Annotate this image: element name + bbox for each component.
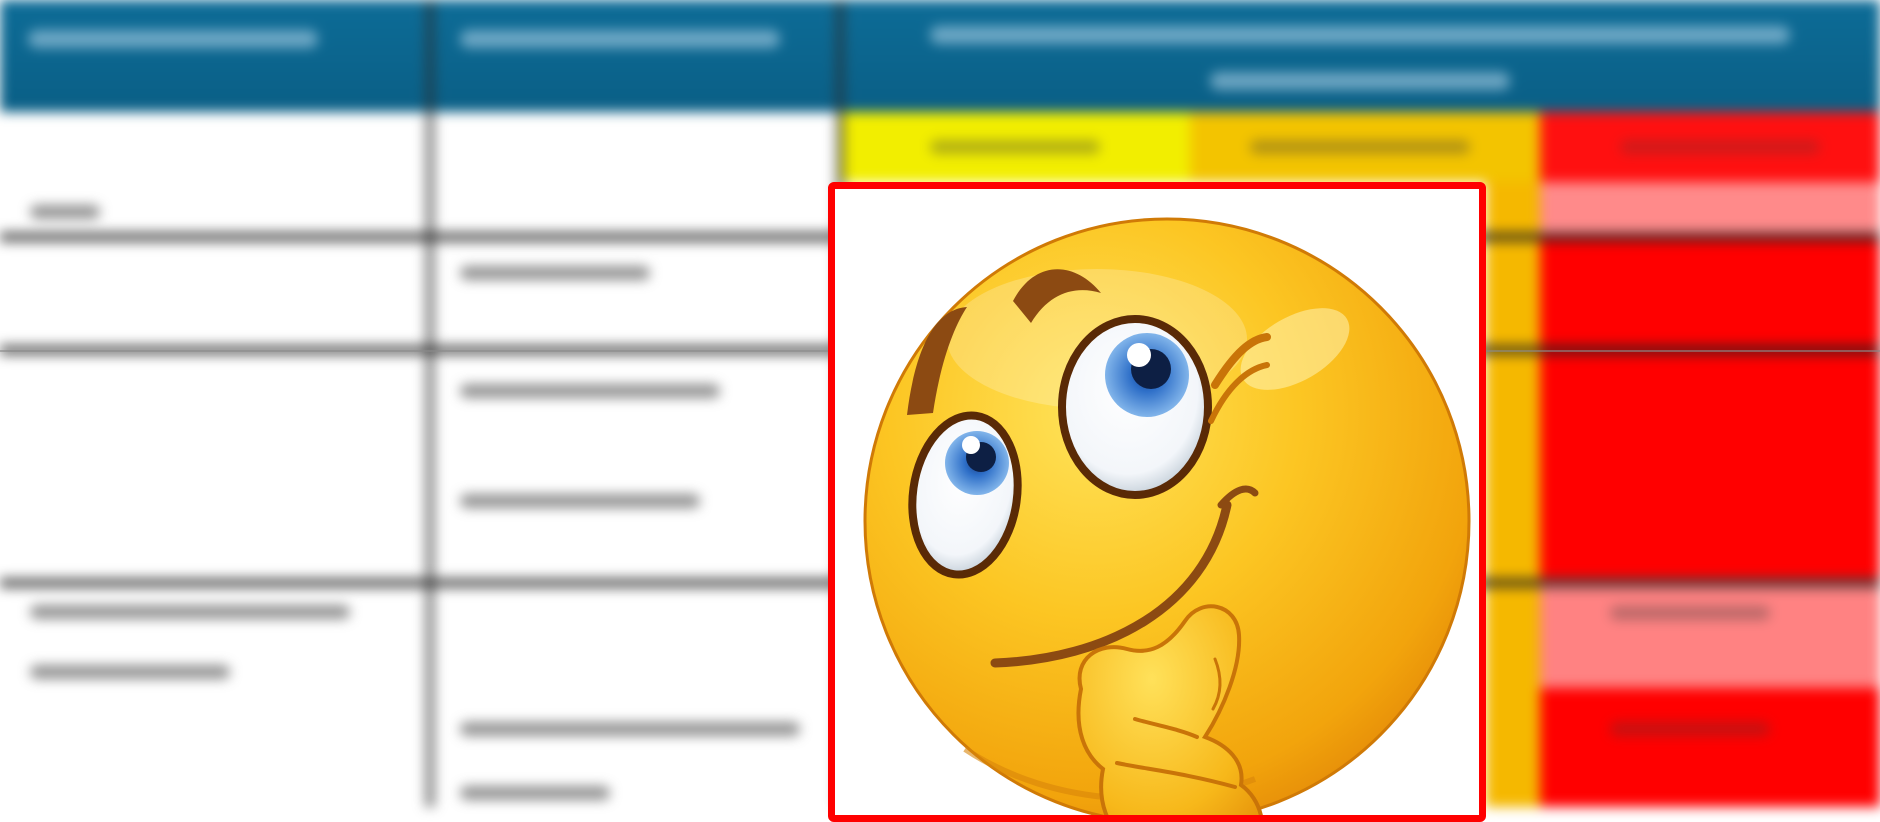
- cell-pink-1: [1540, 182, 1880, 236]
- column-divider: [425, 0, 435, 807]
- cell-pink-2: [1540, 578, 1880, 688]
- header-text-3b: [1210, 72, 1510, 90]
- cell-text: [30, 205, 100, 219]
- cell-text: [460, 722, 800, 736]
- thinking-face-icon: [863, 217, 1471, 815]
- emoji-frame: [828, 182, 1486, 822]
- cell-red-2: [1540, 348, 1880, 578]
- header-text-2: [460, 30, 780, 48]
- header-text-1: [28, 30, 318, 48]
- header-text-3: [930, 26, 1790, 44]
- cell-text: [1610, 722, 1770, 736]
- cell-text: [30, 605, 350, 619]
- cell-text: [460, 494, 700, 508]
- cell-text: [1250, 140, 1470, 154]
- cell-text: [30, 665, 230, 679]
- cell-text: [1610, 606, 1770, 620]
- cell-text: [460, 384, 720, 398]
- cell-text: [460, 786, 610, 800]
- cell-text: [1620, 140, 1820, 154]
- cell-red-1: [1540, 236, 1880, 348]
- cell-orange-col: [1486, 182, 1540, 807]
- cell-text: [460, 266, 650, 280]
- cell-text: [930, 140, 1100, 154]
- table-header: [0, 0, 1880, 112]
- cell-red-3: [1540, 688, 1880, 807]
